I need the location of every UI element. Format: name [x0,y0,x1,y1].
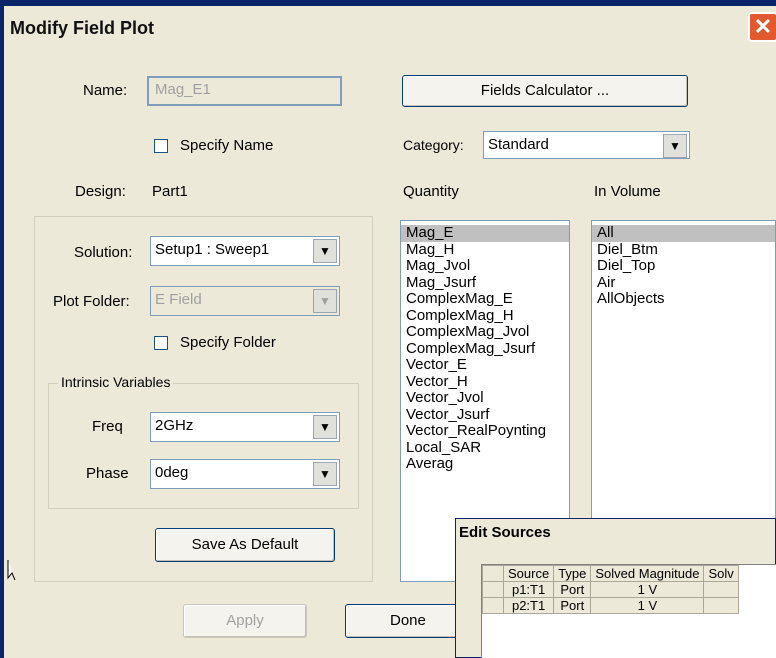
category-label: Category: [403,137,464,153]
list-item[interactable]: ComplexMag_Jsurf [401,340,569,358]
solv-cell[interactable] [703,581,739,598]
specify-folder-label: Specify Folder [180,334,276,351]
chevron-down-icon[interactable]: ▼ [313,462,337,486]
type-cell[interactable]: Port [553,597,592,614]
mouse-cursor-icon [7,560,16,581]
apply-button[interactable]: Apply [183,604,307,638]
phase-value: 0deg [155,464,189,481]
plot-folder-value: E Field [155,291,202,308]
quantity-label: Quantity [403,183,459,200]
column-header[interactable]: Solved Magnitude [590,565,705,582]
chevron-down-icon[interactable]: ▼ [313,415,337,439]
category-value: Standard [488,136,549,153]
list-item[interactable]: ComplexMag_H [401,307,569,325]
magnitude-cell[interactable]: 1 V [590,597,705,614]
phase-select[interactable]: 0deg ▼ [150,459,340,489]
source-cell[interactable]: p1:T1 [502,581,555,598]
edit-sources-grid[interactable]: Source Type Solved Magnitude Solv p1:T1 … [481,564,776,658]
solution-select[interactable]: Setup1 : Sweep1 ▼ [150,236,340,266]
design-label: Design: [75,183,126,200]
list-item[interactable]: ComplexMag_Jvol [401,324,569,341]
freq-label: Freq [92,418,123,435]
phase-label: Phase [86,465,129,482]
type-cell[interactable]: Port [553,581,592,598]
solv-cell[interactable] [703,597,739,614]
chevron-down-icon[interactable]: ▼ [313,239,337,263]
specify-folder-checkbox[interactable] [154,336,168,350]
list-item[interactable]: Mag_Jvol [401,258,569,275]
specify-name-label: Specify Name [180,137,274,154]
list-item[interactable]: Averag [401,456,569,473]
window-title: Modify Field Plot [10,18,154,38]
name-field[interactable]: Mag_E1 [147,76,342,106]
list-item[interactable]: Diel_Btm [592,241,775,259]
close-icon[interactable]: ✕ [748,12,776,42]
list-item[interactable]: AllObjects [592,291,775,308]
plot-folder-select[interactable]: E Field ▼ [150,286,340,316]
list-item[interactable]: Vector_Jvol [401,390,569,407]
intrinsic-variables-group [48,383,359,509]
list-item[interactable]: ComplexMag_E [401,291,569,308]
column-header[interactable]: Source [502,565,555,582]
row-header-corner [482,565,504,582]
fields-calculator-button[interactable]: Fields Calculator ... [402,75,688,107]
source-cell[interactable]: p2:T1 [502,597,555,614]
list-item[interactable]: Air [592,274,775,292]
freq-value: 2GHz [155,417,194,434]
column-header[interactable]: Type [553,565,592,582]
list-item[interactable]: Vector_RealPoynting [401,423,569,440]
solution-value: Setup1 : Sweep1 [155,241,270,258]
chevron-down-icon[interactable]: ▼ [313,289,337,313]
name-label: Name: [83,82,128,99]
intrinsic-variables-legend: Intrinsic Variables [58,374,174,390]
list-item[interactable]: Mag_H [401,241,569,259]
solution-label: Solution: [74,244,133,261]
list-item[interactable]: Diel_Top [592,258,775,275]
design-value: Part1 [152,183,188,200]
table-row[interactable]: p2:T1 Port 1 V [482,597,739,614]
list-item[interactable]: Local_SAR [401,439,569,457]
row-header[interactable] [482,597,504,614]
save-as-default-button[interactable]: Save As Default [155,528,335,562]
category-select[interactable]: Standard ▼ [483,131,690,159]
list-item[interactable]: Vector_E [401,357,569,374]
list-item[interactable]: Mag_E [401,225,569,242]
plot-folder-label: Plot Folder: [53,293,130,310]
specify-name-checkbox[interactable] [154,139,168,153]
edit-sources-title: Edit Sources [459,524,551,541]
freq-select[interactable]: 2GHz ▼ [150,412,340,442]
row-header[interactable] [482,581,504,598]
list-item[interactable]: Mag_Jsurf [401,274,569,292]
chevron-down-icon[interactable]: ▼ [663,134,687,158]
list-item[interactable]: Vector_H [401,373,569,391]
table-row[interactable]: p1:T1 Port 1 V [482,581,739,598]
column-header[interactable]: Solv [703,565,739,582]
list-item[interactable]: Vector_Jsurf [401,406,569,424]
list-item[interactable]: All [592,225,775,242]
magnitude-cell[interactable]: 1 V [590,581,705,598]
in-volume-label: In Volume [594,183,661,200]
